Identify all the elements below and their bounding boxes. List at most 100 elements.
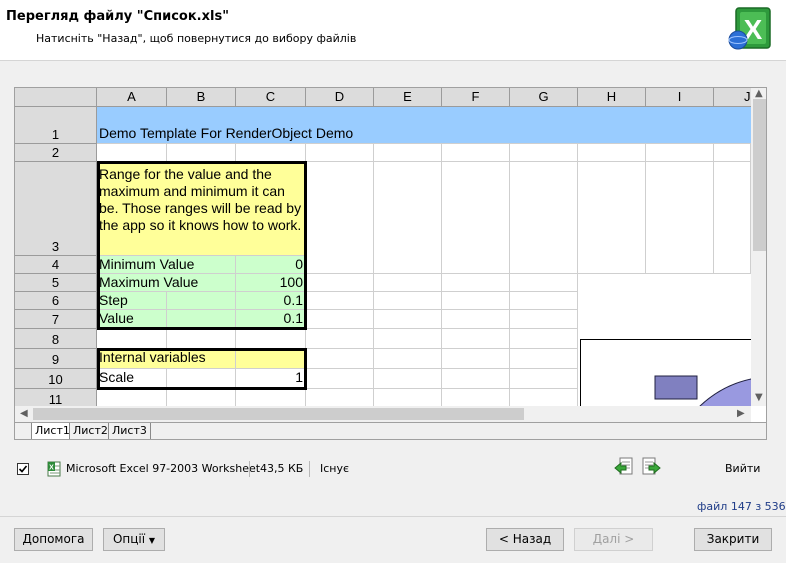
cell-g5[interactable] bbox=[510, 274, 578, 292]
cell-h2[interactable] bbox=[578, 144, 646, 162]
tab-sheet3[interactable]: Лист3 bbox=[108, 423, 151, 439]
column-header-g[interactable]: G bbox=[510, 88, 578, 107]
cell-g11[interactable] bbox=[510, 389, 578, 406]
cell-a1[interactable]: Demo Template For RenderObject Demo bbox=[97, 107, 751, 144]
row-header-2[interactable]: 2 bbox=[15, 144, 97, 162]
cell-f9[interactable] bbox=[442, 349, 510, 369]
cell-b2[interactable] bbox=[167, 144, 236, 162]
cell-g2[interactable] bbox=[510, 144, 578, 162]
cell-i2[interactable] bbox=[646, 144, 714, 162]
vertical-scroll-thumb[interactable] bbox=[753, 99, 766, 251]
include-file-checkbox[interactable] bbox=[17, 463, 29, 475]
cell-i3[interactable] bbox=[646, 162, 714, 274]
cell-a6[interactable]: Step bbox=[97, 292, 167, 310]
cell-f11[interactable] bbox=[442, 389, 510, 406]
column-header-b[interactable]: B bbox=[167, 88, 236, 107]
cell-b8[interactable] bbox=[167, 329, 236, 349]
column-header-i[interactable]: I bbox=[646, 88, 714, 107]
embedded-chart-object[interactable] bbox=[580, 339, 751, 406]
cell-d11[interactable] bbox=[306, 389, 374, 406]
back-button[interactable]: < Назад bbox=[486, 528, 564, 551]
cell-e7[interactable] bbox=[374, 310, 442, 329]
cell-b6[interactable] bbox=[167, 292, 236, 310]
cell-e2[interactable] bbox=[374, 144, 442, 162]
cell-d5[interactable] bbox=[306, 274, 374, 292]
cell-j2[interactable] bbox=[714, 144, 751, 162]
cell-a5[interactable]: Maximum Value bbox=[97, 274, 236, 292]
row-header-7[interactable]: 7 bbox=[15, 310, 97, 329]
horizontal-scroll-thumb[interactable] bbox=[33, 408, 524, 420]
scroll-left-icon[interactable]: ◀ bbox=[20, 408, 28, 419]
cell-e11[interactable] bbox=[374, 389, 442, 406]
cell-g6[interactable] bbox=[510, 292, 578, 310]
close-button[interactable]: Закрити bbox=[694, 528, 772, 551]
row-header-9[interactable]: 9 bbox=[15, 349, 97, 369]
cell-e3[interactable] bbox=[374, 162, 442, 274]
cell-h3[interactable] bbox=[578, 162, 646, 274]
column-header-d[interactable]: D bbox=[306, 88, 374, 107]
options-button[interactable]: Опції ▼ bbox=[103, 528, 165, 551]
cell-d10[interactable] bbox=[306, 369, 374, 389]
vertical-scrollbar[interactable]: ▲ ▼ bbox=[751, 88, 766, 406]
column-header-f[interactable]: F bbox=[442, 88, 510, 107]
cell-a2[interactable] bbox=[97, 144, 167, 162]
row-header-5[interactable]: 5 bbox=[15, 274, 97, 292]
cell-a4[interactable]: Minimum Value bbox=[97, 256, 236, 274]
previous-file-icon[interactable] bbox=[613, 456, 635, 478]
cell-e5[interactable] bbox=[374, 274, 442, 292]
cell-f2[interactable] bbox=[442, 144, 510, 162]
exit-link[interactable]: Вийти bbox=[725, 462, 760, 475]
cell-b10[interactable] bbox=[167, 369, 236, 389]
cell-f7[interactable] bbox=[442, 310, 510, 329]
cell-g10[interactable] bbox=[510, 369, 578, 389]
cell-c4[interactable]: 0 bbox=[236, 256, 306, 274]
cell-c8[interactable] bbox=[236, 329, 306, 349]
cell-a11[interactable] bbox=[97, 389, 167, 406]
cell-c11[interactable] bbox=[236, 389, 306, 406]
cell-f6[interactable] bbox=[442, 292, 510, 310]
cell-g3[interactable] bbox=[510, 162, 578, 274]
row-header-10[interactable]: 10 bbox=[15, 369, 97, 389]
column-header-e[interactable]: E bbox=[374, 88, 442, 107]
cell-d3[interactable] bbox=[306, 162, 374, 274]
cell-c2[interactable] bbox=[236, 144, 306, 162]
cell-c10[interactable]: 1 bbox=[236, 369, 306, 389]
next-button[interactable]: Далі > bbox=[574, 528, 653, 551]
cell-a10[interactable]: Scale bbox=[97, 369, 167, 389]
cell-g8[interactable] bbox=[510, 329, 578, 349]
row-header-6[interactable]: 6 bbox=[15, 292, 97, 310]
cell-e8[interactable] bbox=[374, 329, 442, 349]
row-header-1[interactable]: 1 bbox=[15, 107, 97, 144]
cell-j3[interactable] bbox=[714, 162, 751, 274]
column-header-h[interactable]: H bbox=[578, 88, 646, 107]
row-header-4[interactable]: 4 bbox=[15, 256, 97, 274]
cell-b7[interactable] bbox=[167, 310, 236, 329]
cell-a8[interactable] bbox=[97, 329, 167, 349]
tab-sheet2[interactable]: Лист2 bbox=[69, 423, 112, 439]
cell-a3[interactable]: Range for the value and the maximum and … bbox=[97, 162, 306, 256]
column-header-c[interactable]: C bbox=[236, 88, 306, 107]
cell-d6[interactable] bbox=[306, 292, 374, 310]
cell-c9[interactable] bbox=[236, 349, 306, 369]
column-header-a[interactable]: A bbox=[97, 88, 167, 107]
cell-f5[interactable] bbox=[442, 274, 510, 292]
row-header-3[interactable]: 3 bbox=[15, 162, 97, 256]
corner-header[interactable] bbox=[15, 88, 97, 107]
horizontal-scrollbar[interactable]: ◀ ▶ bbox=[15, 406, 751, 422]
cell-d2[interactable] bbox=[306, 144, 374, 162]
next-file-icon[interactable] bbox=[640, 456, 662, 478]
cell-f8[interactable] bbox=[442, 329, 510, 349]
cell-c7[interactable]: 0.1 bbox=[236, 310, 306, 329]
cell-d7[interactable] bbox=[306, 310, 374, 329]
cell-f3[interactable] bbox=[442, 162, 510, 274]
cell-e9[interactable] bbox=[374, 349, 442, 369]
scroll-right-icon[interactable]: ▶ bbox=[737, 408, 745, 419]
cell-d8[interactable] bbox=[306, 329, 374, 349]
help-button[interactable]: Допомога bbox=[14, 528, 93, 551]
scroll-down-icon[interactable]: ▼ bbox=[755, 392, 763, 403]
cell-g7[interactable] bbox=[510, 310, 578, 329]
cell-a9[interactable]: Internal variables bbox=[97, 349, 236, 369]
cell-c5[interactable]: 100 bbox=[236, 274, 306, 292]
cell-c6[interactable]: 0.1 bbox=[236, 292, 306, 310]
scroll-up-icon[interactable]: ▲ bbox=[755, 88, 763, 99]
